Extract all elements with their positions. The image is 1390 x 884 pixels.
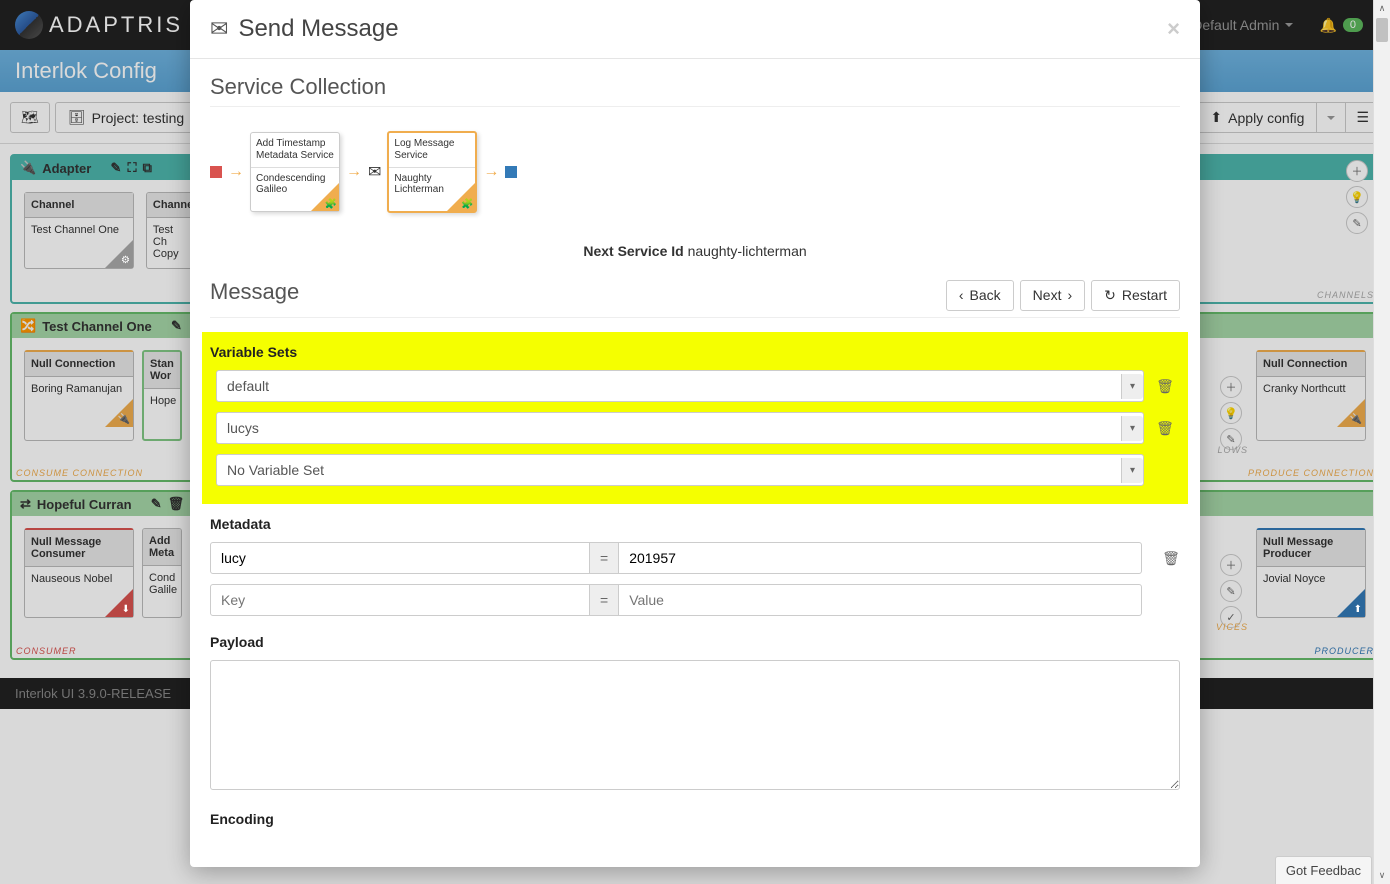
delete-varset-button[interactable]: 🗑: [1156, 420, 1174, 437]
flow-start-icon: [210, 166, 222, 178]
cog-icon: ⚙: [121, 255, 130, 266]
envelope-icon: ✉: [368, 162, 381, 182]
caret-down-icon: ▾: [1121, 416, 1143, 441]
metadata-value-input[interactable]: [618, 542, 1142, 574]
metadata-row-new: = 🗑: [210, 584, 1180, 616]
service-card-timestamp[interactable]: Add Timestamp Metadata Service Condescen…: [250, 132, 340, 212]
caret-down-icon: ▾: [1121, 374, 1143, 399]
service-card-log[interactable]: Log Message Service Naughty Lichterman🧩: [387, 131, 477, 213]
metadata-key-input[interactable]: [210, 584, 590, 616]
metadata-value-input[interactable]: [618, 584, 1142, 616]
puzzle-icon: 🧩: [325, 199, 337, 210]
arrow-right-icon: →: [483, 163, 499, 181]
puzzle-icon: 🧩: [461, 199, 473, 210]
message-heading: Message: [210, 279, 299, 305]
scroll-down-icon[interactable]: ∨: [1374, 867, 1390, 884]
restart-button[interactable]: ↻Restart: [1091, 280, 1180, 311]
payload-textarea[interactable]: [210, 660, 1180, 790]
metadata-key-input[interactable]: [210, 542, 590, 574]
next-button[interactable]: Next›: [1020, 280, 1085, 311]
download-icon: ⬇: [122, 604, 130, 615]
metadata-row: = 🗑: [210, 542, 1180, 574]
variable-sets-heading: Variable Sets: [210, 344, 1180, 360]
plug-icon: 🔌: [118, 414, 130, 425]
delete-varset-button[interactable]: 🗑: [1156, 378, 1174, 395]
envelope-icon: ✉: [210, 16, 228, 42]
variable-set-select-1[interactable]: lucys▾: [216, 412, 1144, 444]
modal-title: Send Message: [238, 15, 398, 43]
equals-label: =: [590, 584, 618, 616]
next-service-id: Next Service Id naughty-lichterman: [210, 233, 1180, 279]
scroll-thumb[interactable]: [1376, 18, 1388, 42]
variable-set-select-0[interactable]: default▾: [216, 370, 1144, 402]
service-collection-heading: Service Collection: [210, 74, 1180, 100]
feedback-button[interactable]: Got Feedbac: [1275, 856, 1372, 884]
scroll-up-icon[interactable]: ∧: [1374, 0, 1390, 17]
equals-label: =: [590, 542, 618, 574]
upload-icon: ⬆: [1354, 604, 1362, 615]
metadata-heading: Metadata: [210, 516, 1180, 532]
delete-metadata-button[interactable]: 🗑: [1162, 550, 1180, 567]
arrow-right-icon: →: [228, 163, 244, 181]
payload-heading: Payload: [210, 634, 1180, 650]
encoding-heading: Encoding: [210, 811, 1180, 827]
caret-down-icon: ▾: [1121, 458, 1143, 483]
arrow-right-icon: →: [346, 163, 362, 181]
chevron-left-icon: ‹: [959, 287, 964, 303]
plug-icon: 🔌: [1350, 414, 1362, 425]
refresh-icon: ↻: [1104, 287, 1116, 304]
send-message-modal: ✉ Send Message × Service Collection → Ad…: [190, 0, 1200, 867]
modal-close-button[interactable]: ×: [1167, 16, 1180, 42]
variable-sets-highlight: Variable Sets default▾ 🗑 lucys▾ 🗑 No Var…: [202, 332, 1188, 504]
flow-end-icon: [505, 166, 517, 178]
chevron-right-icon: ›: [1067, 287, 1072, 303]
variable-set-select-2[interactable]: No Variable Set▾: [216, 454, 1144, 486]
service-flow: → Add Timestamp Metadata Service Condesc…: [210, 121, 1180, 233]
back-button[interactable]: ‹Back: [946, 280, 1014, 311]
scrollbar[interactable]: ∧ ∨: [1373, 0, 1390, 884]
